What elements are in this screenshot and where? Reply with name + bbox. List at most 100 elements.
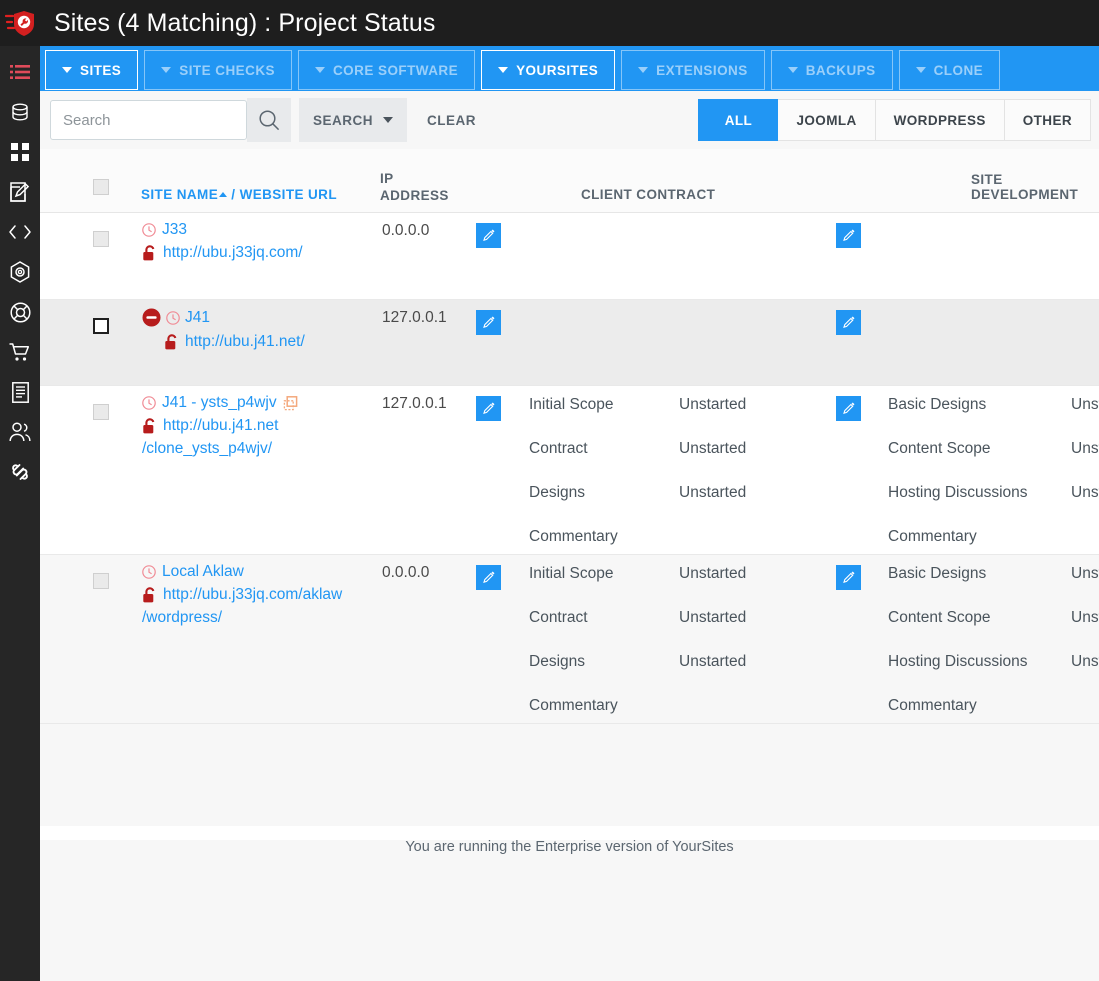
development-item-value: Unstarted [1071,565,1099,582]
table-row[interactable]: J33 http://ubu.j33jq.com/ 0.0.0.0 [40,213,1099,300]
sites-table: SITE NAME / WEBSITE URL IP ADDRESS CLIEN… [40,149,1099,724]
contract-item-value: Unstarted [679,609,747,626]
edit-development-button[interactable] [836,310,861,335]
pencil-icon [482,316,494,328]
ip-line-2: ADDRESS [380,188,449,203]
sidebar-item-config[interactable] [0,252,40,292]
site-url-link-line2[interactable]: /clone_ysts_p4wjv/ [142,437,278,460]
site-url-link[interactable]: http://ubu.j33jq.com/ [163,241,303,264]
app-root: Sites (4 Matching) : Project Status SITE… [0,0,1099,981]
site-name-link[interactable]: J41 - ysts_p4wjv [162,394,277,412]
contract-item-label: Contract [529,440,588,457]
table-row[interactable]: J41 http://ubu.j41.net/ 127.0.0.1 [40,300,1099,386]
tab-site-checks[interactable]: SITE CHECKS [144,50,292,90]
row-checkbox[interactable] [93,318,109,334]
edit-contract-button[interactable] [476,565,501,590]
tab-yoursites[interactable]: YOURSITES [481,50,616,90]
search-toolbar: SEARCH CLEAR ALL JOOMLA WORDPRESS OTHER [40,91,1099,149]
sidebar-item-users[interactable] [0,412,40,452]
sort-ascending-icon [219,192,228,197]
tab-clone[interactable]: CLONE [898,50,1001,90]
sidebar-item-edit[interactable] [0,172,40,212]
tab-extensions[interactable]: EXTENSIONS [621,50,765,90]
sidebar-item-store[interactable] [0,332,40,372]
site-url-link[interactable]: http://ubu.j41.net/ [185,330,305,353]
select-all-checkbox[interactable] [93,179,109,195]
clear-button[interactable]: CLEAR [413,98,490,142]
site-name-link[interactable]: Local Aklaw [162,563,244,581]
sidebar-item-joomla[interactable] [0,452,40,492]
edit-contract-button[interactable] [476,310,501,335]
license-footer-note: You are running the Enterprise version o… [405,839,734,855]
sidebar-item-menu[interactable] [0,52,40,92]
search-input[interactable] [50,100,247,140]
edit-development-button[interactable] [836,565,861,590]
pencil-icon [842,229,854,241]
edit-development-button[interactable] [836,223,861,248]
users-icon [9,422,31,442]
tab-label: CORE SOFTWARE [332,62,459,78]
tab-sites[interactable]: SITES [45,50,139,90]
ip-address-value: 127.0.0.1 [382,309,447,326]
site-url-link[interactable]: http://ubu.j41.net [163,414,278,437]
site-name-link[interactable]: J33 [162,221,187,239]
search-submit-button[interactable] [247,98,291,142]
row-checkbox[interactable] [93,404,109,420]
edit-development-button[interactable] [836,396,861,421]
column-header-site-name[interactable]: SITE NAME / WEBSITE URL [141,187,337,202]
site-name-link[interactable]: J41 [185,309,210,327]
site-url-link-line2[interactable]: /wordpress/ [142,606,342,629]
clear-label: CLEAR [427,112,477,128]
table-row[interactable]: Local Aklaw http://ubu.j33jq.com/aklaw /… [40,555,1099,724]
chevron-down-icon [638,67,649,73]
app-logo[interactable] [0,0,40,46]
ip-address-value: 0.0.0.0 [382,564,430,581]
pencil-icon [482,229,494,241]
row-checkbox[interactable] [93,231,109,247]
clone-copy-icon[interactable] [283,395,298,411]
life-ring-icon [9,301,31,323]
development-item-value: Unstarted [1071,484,1099,501]
filter-other[interactable]: OTHER [1004,99,1091,141]
platform-filter-group: ALL JOOMLA WORDPRESS OTHER [698,99,1091,141]
clock-pending-icon [142,565,156,579]
grid-apps-icon [11,143,29,161]
sidebar-item-support[interactable] [0,292,40,332]
filter-wordpress[interactable]: WORDPRESS [875,99,1005,141]
chevron-down-icon [383,117,394,123]
pencil-icon [842,402,854,414]
row-checkbox[interactable] [93,573,109,589]
unlocked-padlock-icon [143,418,155,434]
development-item-label: Hosting Discussions [888,484,1028,501]
filter-joomla[interactable]: JOOMLA [778,99,876,141]
development-item-label: Commentary [888,528,977,545]
edit-contract-button[interactable] [476,396,501,421]
development-item-label: Hosting Discussions [888,653,1028,670]
chevron-down-icon [915,67,926,73]
tab-core-software[interactable]: CORE SOFTWARE [297,50,476,90]
pencil-icon [842,571,854,583]
tab-label: SITES [80,62,122,78]
sidebar-item-code[interactable] [0,212,40,252]
database-icon [12,103,28,121]
tab-backups[interactable]: BACKUPS [770,50,893,90]
sidebar-item-database[interactable] [0,92,40,132]
sidebar-item-articles[interactable] [0,372,40,412]
development-item-value: Unstarted [1071,396,1099,413]
ip-line-1: IP [380,171,394,186]
search-dropdown-button[interactable]: SEARCH [299,98,408,142]
hexagon-gear-icon [10,261,30,283]
table-header-row: SITE NAME / WEBSITE URL IP ADDRESS CLIEN… [40,149,1099,213]
table-row[interactable]: J41 - ysts_p4wjv http://ubu.j41.net /clo… [40,386,1099,555]
filter-all[interactable]: ALL [698,99,779,141]
menu-list-icon [10,65,30,79]
sidebar-item-apps[interactable] [0,132,40,172]
development-item-label: Content Scope [888,440,991,457]
site-url-link[interactable]: http://ubu.j33jq.com/aklaw [163,583,342,606]
column-header-client-contract: CLIENT CONTRACT [581,187,716,202]
unlocked-padlock-icon [165,334,177,350]
ip-address-value: 0.0.0.0 [382,222,430,239]
pencil-icon [482,402,494,414]
edit-contract-button[interactable] [476,223,501,248]
contract-item-value: Unstarted [679,484,747,501]
